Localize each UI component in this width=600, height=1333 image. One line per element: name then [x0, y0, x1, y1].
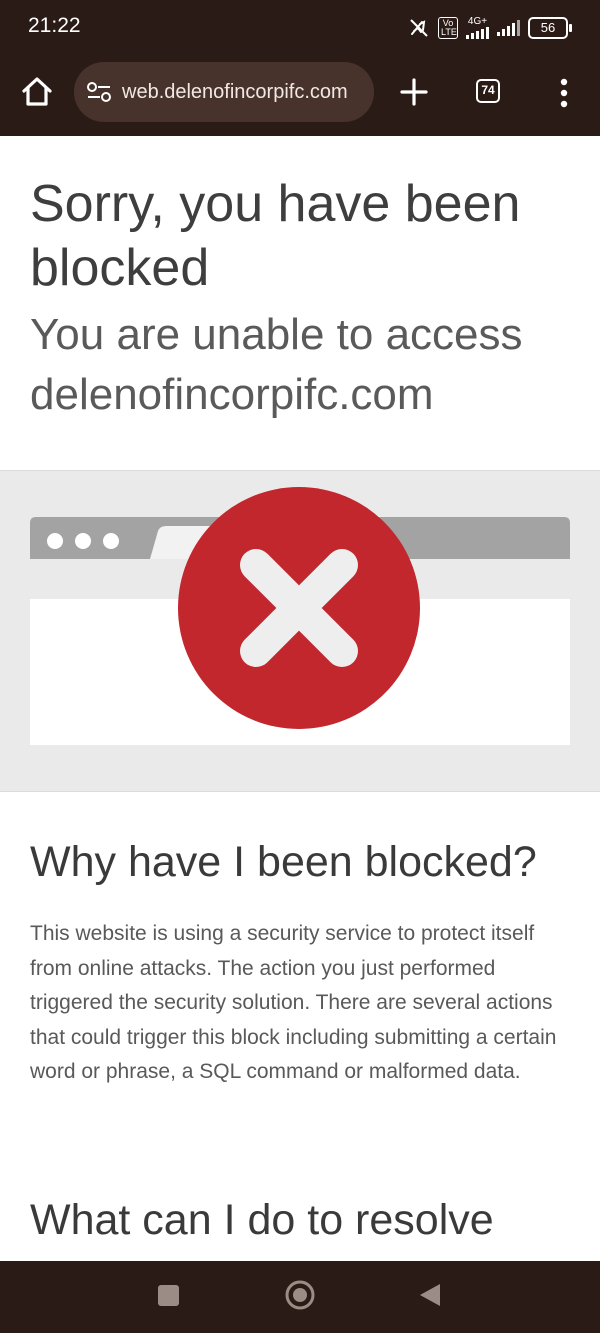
tab-switcher-button[interactable]: 74	[476, 79, 500, 103]
status-time: 21:22	[28, 14, 81, 37]
subtitle-domain: delenofincorpifc.com	[30, 370, 434, 419]
back-icon[interactable]	[418, 1282, 442, 1308]
window-dot-1	[47, 533, 63, 549]
status-icons: Vo LTE 4G+ 56	[408, 14, 572, 42]
why-blocked-heading: Why have I been blocked?	[30, 838, 537, 886]
home-circle-icon[interactable]	[284, 1279, 316, 1311]
browser-top-bar: 21:22 Vo LTE 4G+ 56 web.delenofincorpifc…	[0, 0, 600, 136]
window-dot-3	[103, 533, 119, 549]
home-icon[interactable]	[19, 74, 55, 110]
blocked-illustration	[0, 470, 600, 792]
new-tab-icon[interactable]	[396, 74, 432, 110]
network-type: 4G+	[467, 16, 488, 27]
subtitle-line-1: You are unable to access	[30, 310, 523, 359]
vibrate-mute-icon	[410, 19, 428, 37]
why-blocked-text: This website is using a security service…	[30, 922, 557, 1083]
site-settings-icon[interactable]	[86, 81, 112, 103]
volte-badge: Vo LTE	[438, 17, 458, 39]
blocked-browser-illustration	[30, 487, 570, 745]
recents-icon[interactable]	[158, 1285, 179, 1306]
address-bar[interactable]: web.delenofincorpifc.com	[74, 62, 374, 122]
battery-icon: 56	[528, 17, 572, 39]
signal-icon-2	[497, 20, 520, 36]
window-dot-2	[75, 533, 91, 549]
resolve-heading: What can I do to resolve	[30, 1196, 494, 1244]
page-title: Sorry, you have been blocked	[30, 175, 521, 297]
url-text[interactable]: web.delenofincorpifc.com	[122, 81, 348, 104]
signal-icon	[466, 27, 489, 39]
more-menu-icon[interactable]	[552, 76, 576, 110]
page-subtitle: You are unable to access delenofincorpif…	[30, 305, 580, 425]
